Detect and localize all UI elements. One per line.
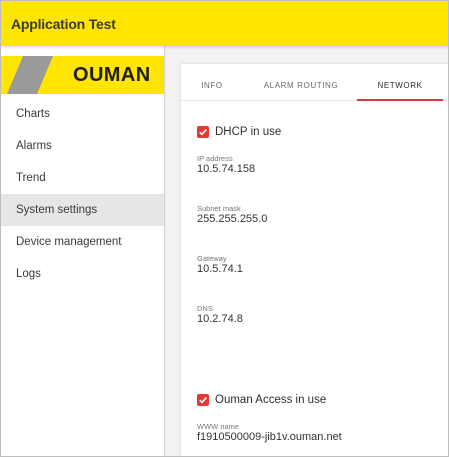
sidebar-item-logs[interactable]: Logs — [1, 258, 164, 290]
dns-value: 10.2.74.8 — [197, 313, 243, 325]
app-header: Application Test — [1, 1, 448, 46]
sidebar-item-charts[interactable]: Charts — [1, 98, 164, 130]
logo-text: OUMAN — [73, 64, 151, 86]
check-icon — [199, 129, 207, 136]
subnet-mask-label: Subnet mask — [197, 204, 241, 213]
ouman-access-label: Ouman Access in use — [215, 394, 327, 406]
tab-bar: INFO ALARM ROUTING NETWORK — [181, 64, 448, 101]
dhcp-label: DHCP in use — [215, 126, 282, 138]
ouman-access-checkbox-row[interactable]: Ouman Access in use — [197, 392, 326, 408]
subnet-mask-value: 255.255.255.0 — [197, 213, 268, 225]
gateway-value: 10.5.74.1 — [197, 263, 243, 275]
subnet-mask-field: Subnet mask 255.255.255.0 — [197, 204, 267, 226]
dns-label: DNS — [197, 304, 213, 313]
dhcp-checkbox-row[interactable]: DHCP in use — [197, 124, 281, 140]
app-window: Application Test OUMAN Charts Alarms Tre… — [0, 0, 449, 457]
sidebar-item-device-management[interactable]: Device management — [1, 226, 164, 258]
ouman-access-checkbox[interactable] — [197, 394, 209, 406]
sidebar-nav: Charts Alarms Trend System settings Devi… — [1, 98, 164, 290]
sidebar-item-system-settings[interactable]: System settings — [1, 194, 164, 226]
check-icon — [199, 397, 207, 404]
sidebar-item-trend[interactable]: Trend — [1, 162, 164, 194]
tab-network[interactable]: NETWORK — [357, 64, 443, 101]
tab-info[interactable]: INFO — [187, 64, 237, 100]
www-name-label: WWW name — [197, 422, 240, 431]
dhcp-checkbox[interactable] — [197, 126, 209, 138]
settings-card: INFO ALARM ROUTING NETWORK DHCP in use I… — [181, 64, 448, 456]
www-name-field: WWW name f1910500009-jib1v.ouman.net — [197, 422, 342, 444]
ip-address-field: IP address 10.5.74.158 — [197, 154, 255, 176]
dns-field: DNS 10.2.74.8 — [197, 304, 243, 326]
gateway-label: Gateway — [197, 254, 227, 263]
gateway-field: Gateway 10.5.74.1 — [197, 254, 243, 276]
ip-address-label: IP address — [197, 154, 233, 163]
sidebar-item-alarms[interactable]: Alarms — [1, 130, 164, 162]
app-title: Application Test — [11, 16, 116, 32]
sidebar: OUMAN Charts Alarms Trend System setting… — [1, 46, 165, 456]
ip-address-value: 10.5.74.158 — [197, 163, 256, 175]
www-name-value: f1910500009-jib1v.ouman.net — [197, 431, 342, 443]
tab-alarm-routing[interactable]: ALARM ROUTING — [251, 64, 351, 100]
logo: OUMAN — [1, 56, 164, 94]
